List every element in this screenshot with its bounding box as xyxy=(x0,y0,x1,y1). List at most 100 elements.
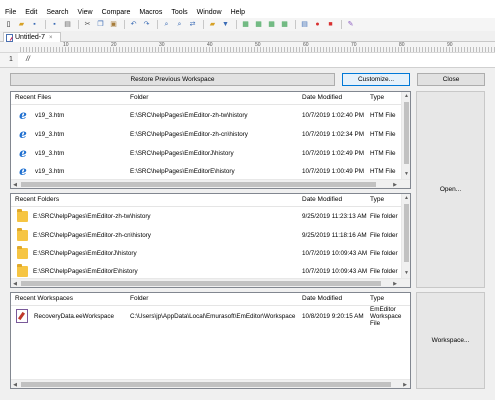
record-icon[interactable]: ● xyxy=(312,20,323,30)
workspace-name: RecoveryData.eeWorkspace xyxy=(34,312,115,320)
file-name: v19_3.htm xyxy=(35,167,65,175)
column-header-recent-workspaces[interactable]: Recent Workspaces xyxy=(15,293,73,305)
outline-icon[interactable]: ▦ xyxy=(279,20,290,30)
scrollbar-thumb[interactable] xyxy=(21,281,381,286)
scrollbar-thumb[interactable] xyxy=(21,182,376,187)
scroll-down-icon[interactable]: ▼ xyxy=(402,269,411,277)
new-document-icon[interactable]: ▯ xyxy=(3,20,14,30)
scroll-up-icon[interactable]: ▲ xyxy=(402,92,411,100)
split-icon[interactable]: ▦ xyxy=(253,20,264,30)
file-folder: E:\SRC\helpPages\EmEditor-zh-tw\history xyxy=(130,111,248,119)
customize-icon[interactable]: ✎ xyxy=(345,20,356,30)
list-item[interactable]: E:\SRC\helpPages\EmEditor-zh-cn\history … xyxy=(11,226,400,244)
ruler-label: 70 xyxy=(351,42,357,48)
line-number: 1 xyxy=(9,56,13,63)
copy-icon[interactable]: ❐ xyxy=(95,20,106,30)
find-in-files-icon[interactable]: ▰ xyxy=(207,20,218,30)
ruler-label: 40 xyxy=(207,42,213,48)
replace-icon[interactable]: ⇄ xyxy=(187,20,198,30)
column-header-date-modified[interactable]: Date Modified xyxy=(302,194,342,206)
open-button[interactable]: Open... xyxy=(416,91,485,288)
horizontal-scrollbar[interactable]: ◀ ▶ xyxy=(11,179,410,188)
scrollbar-thumb[interactable] xyxy=(404,204,409,262)
tab-label: Untitled-7 xyxy=(15,34,45,41)
column-header-type[interactable]: Type xyxy=(370,92,384,104)
scroll-left-icon[interactable]: ◀ xyxy=(11,279,19,288)
title-bar xyxy=(0,0,495,7)
scroll-up-icon[interactable]: ▲ xyxy=(402,194,411,202)
close-icon[interactable]: × xyxy=(49,35,53,41)
menu-macros[interactable]: Macros xyxy=(139,8,162,17)
menu-view[interactable]: View xyxy=(78,8,93,17)
tab-untitled-7[interactable]: Untitled-7 × xyxy=(3,32,61,42)
folder-path: E:\SRC\helpPages\EmEditor-zh-tw\history xyxy=(33,212,151,220)
save-icon[interactable]: ▪ xyxy=(29,20,40,30)
scrollbar-thumb[interactable] xyxy=(21,382,391,387)
cut-icon[interactable]: ✂ xyxy=(82,20,93,30)
save-all-icon[interactable]: ▪ xyxy=(49,20,60,30)
recent-folders-list[interactable]: Recent Folders Date Modified Type E:\SRC… xyxy=(10,193,411,288)
toolbar-separator xyxy=(124,20,125,29)
menu-window[interactable]: Window xyxy=(197,8,222,17)
workspace-button[interactable]: Workspace... xyxy=(416,292,485,389)
folder-date: 9/25/2019 11:18:16 AM xyxy=(302,231,367,239)
find-icon[interactable]: ⌕ xyxy=(161,20,172,30)
restore-workspace-button[interactable]: Restore Previous Workspace xyxy=(10,73,335,86)
list-item[interactable]: E:\SRC\helpPages\EmEditorJ\history 10/7/… xyxy=(11,244,400,262)
toolbar: ▯ ▰ ▪ ▪ ▤ ✂ ❐ ▣ ↶ ↷ ⌕ ⌕ ⇄ ▰ ▼ ▦ ▦ ▦ ▦ ▤ … xyxy=(0,18,495,31)
list-item[interactable]: e v19_3.htm E:\SRC\helpPages\EmEditorE\h… xyxy=(11,162,400,180)
vertical-scrollbar[interactable]: ▲ ▼ xyxy=(401,194,410,278)
file-date: 10/7/2019 1:02:40 PM xyxy=(302,111,364,119)
scroll-left-icon[interactable]: ◀ xyxy=(11,180,19,189)
redo-icon[interactable]: ↷ xyxy=(141,20,152,30)
list-item[interactable]: e v19_3.htm E:\SRC\helpPages\EmEditor-zh… xyxy=(11,106,400,124)
editor-text[interactable]: // xyxy=(26,56,30,63)
vertical-scrollbar[interactable]: ▲ ▼ xyxy=(401,92,410,179)
open-folder-icon[interactable]: ▰ xyxy=(16,20,27,30)
scroll-left-icon[interactable]: ◀ xyxy=(11,380,19,389)
print-icon[interactable]: ▤ xyxy=(62,20,73,30)
scroll-right-icon[interactable]: ▶ xyxy=(391,180,399,189)
column-header-date-modified[interactable]: Date Modified xyxy=(302,293,342,305)
list-item[interactable]: E:\SRC\helpPages\EmEditor-zh-tw\history … xyxy=(11,207,400,225)
editor-area[interactable]: 1 // xyxy=(0,53,495,68)
column-header-folder[interactable]: Folder xyxy=(130,92,148,104)
column-header-type[interactable]: Type xyxy=(370,194,384,206)
menu-search[interactable]: Search xyxy=(46,8,68,17)
list-item[interactable]: e v19_3.htm E:\SRC\helpPages\EmEditor-zh… xyxy=(11,125,400,143)
horizontal-scrollbar[interactable]: ◀ ▶ xyxy=(11,278,410,287)
undo-icon[interactable]: ↶ xyxy=(128,20,139,30)
list-item[interactable]: e v19_3.htm E:\SRC\helpPages\EmEditorJ\h… xyxy=(11,144,400,162)
customize-button[interactable]: Customize... xyxy=(342,73,410,86)
file-name: v19_3.htm xyxy=(35,111,65,119)
close-button[interactable]: Close xyxy=(417,73,485,86)
scroll-right-icon[interactable]: ▶ xyxy=(401,380,409,389)
list-item[interactable]: RecoveryData.eeWorkspace C:\Users\jp\App… xyxy=(11,306,410,326)
menu-compare[interactable]: Compare xyxy=(102,8,131,17)
column-header-folder[interactable]: Folder xyxy=(130,293,148,305)
column-header-type[interactable]: Type xyxy=(370,293,384,305)
filter-icon[interactable]: ▼ xyxy=(220,20,231,30)
column-header-date-modified[interactable]: Date Modified xyxy=(302,92,342,104)
column-header-recent-files[interactable]: Recent Files xyxy=(15,92,51,104)
column-header-recent-folders[interactable]: Recent Folders xyxy=(15,194,59,206)
menu-help[interactable]: Help xyxy=(231,8,245,17)
window-icon[interactable]: ▦ xyxy=(240,20,251,30)
toolbar-separator xyxy=(45,20,46,29)
scroll-down-icon[interactable]: ▼ xyxy=(402,170,411,178)
ruler-label: 30 xyxy=(159,42,165,48)
menu-tools[interactable]: Tools xyxy=(171,8,187,17)
compare-icon[interactable]: ▦ xyxy=(266,20,277,30)
stop-icon[interactable]: ■ xyxy=(325,20,336,30)
recent-workspaces-list[interactable]: Recent Workspaces Folder Date Modified T… xyxy=(10,292,411,389)
scroll-right-icon[interactable]: ▶ xyxy=(391,279,399,288)
find-next-icon[interactable]: ⌕ xyxy=(174,20,185,30)
restore-workspace-label: Restore Previous Workspace xyxy=(130,76,215,83)
recent-files-list[interactable]: Recent Files Folder Date Modified Type e… xyxy=(10,91,411,189)
menu-file[interactable]: File xyxy=(5,8,16,17)
menu-edit[interactable]: Edit xyxy=(25,8,37,17)
macro-icon[interactable]: ▤ xyxy=(299,20,310,30)
scrollbar-thumb[interactable] xyxy=(404,102,409,164)
paste-icon[interactable]: ▣ xyxy=(108,20,119,30)
horizontal-scrollbar[interactable]: ◀ ▶ xyxy=(11,379,410,388)
